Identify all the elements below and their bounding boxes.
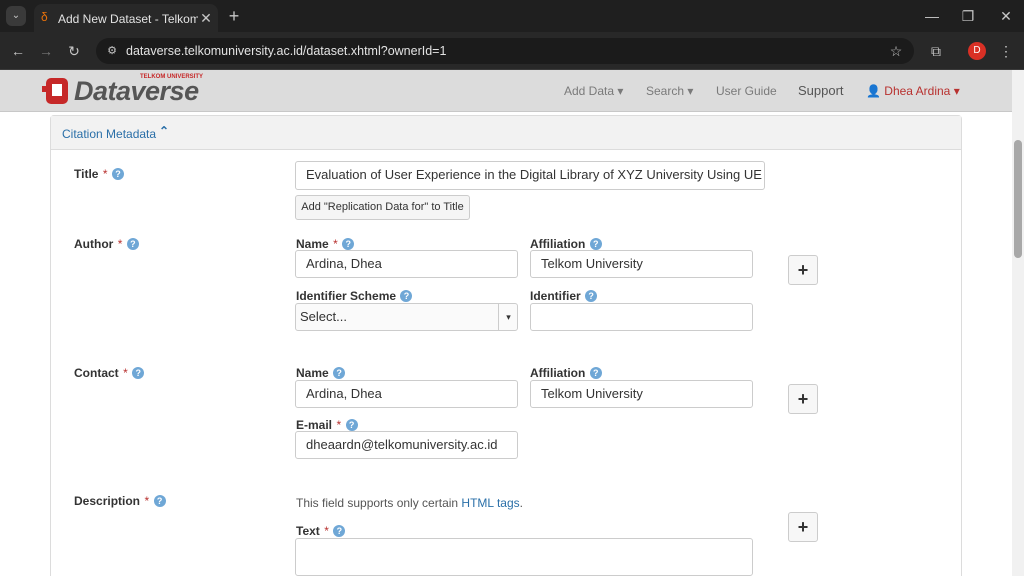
user-icon: 👤	[866, 84, 881, 98]
support-link[interactable]: Support	[798, 83, 844, 98]
help-icon[interactable]: ?	[333, 367, 346, 379]
forward-icon[interactable]: →	[36, 41, 56, 61]
required-marker: *	[123, 366, 128, 380]
contact-affiliation-label: Affiliation	[530, 366, 586, 380]
address-bar[interactable]: ⚙ dataverse.telkomuniversity.ac.id/datas…	[96, 38, 914, 64]
browser-tab[interactable]: δ Add New Dataset - Telkom Univ ✕	[34, 4, 218, 32]
required-marker: *	[144, 494, 150, 508]
site-info-icon[interactable]: ⚙	[102, 41, 122, 61]
panel-header[interactable]: Citation Metadata ⌃	[51, 116, 961, 150]
description-textarea[interactable]	[295, 538, 753, 576]
brand-name[interactable]: Dataverse	[74, 76, 199, 107]
author-label-group: Author * ?	[74, 235, 139, 253]
menu-kebab-icon[interactable]: ⋮	[996, 41, 1016, 61]
required-marker: *	[102, 167, 108, 181]
required-marker: *	[117, 237, 123, 251]
required-marker: *	[336, 418, 342, 432]
close-tab-icon[interactable]: ✕	[196, 8, 216, 28]
contact-label-group: Contact * ?	[74, 364, 145, 382]
email-label: E-mail	[296, 418, 333, 432]
author-label: Author	[74, 237, 114, 251]
reload-icon[interactable]: ↻	[64, 41, 84, 61]
add-data-menu[interactable]: Add Data ▾	[564, 84, 623, 98]
close-window-icon[interactable]: ✕	[996, 6, 1016, 26]
contact-name-label: Name	[296, 366, 329, 380]
title-label-group: Title * ?	[74, 165, 125, 183]
text-label: Text	[296, 524, 320, 538]
section-title: Citation Metadata	[62, 127, 157, 141]
contact-affiliation-input[interactable]: Telkom University	[530, 380, 753, 408]
help-icon[interactable]: ?	[112, 168, 125, 180]
add-description-button[interactable]: +	[788, 512, 818, 542]
help-icon[interactable]: ?	[132, 367, 145, 379]
help-icon[interactable]: ?	[126, 238, 139, 250]
contact-name-input[interactable]: Ardina, Dhea	[295, 380, 518, 408]
bookmark-star-icon[interactable]: ☆	[886, 41, 906, 61]
required-marker: *	[324, 524, 329, 538]
browser-tab-bar: ⌄ δ Add New Dataset - Telkom Univ ✕ + — …	[0, 0, 1024, 32]
author-name-input[interactable]: Ardina, Dhea	[295, 250, 518, 278]
add-author-button[interactable]: +	[788, 255, 818, 285]
help-icon[interactable]: ?	[345, 419, 358, 431]
minimize-icon[interactable]: —	[922, 6, 942, 26]
url-text: dataverse.telkomuniversity.ac.id/dataset…	[126, 44, 447, 58]
description-label: Description	[74, 494, 141, 508]
user-menu[interactable]: 👤 Dhea Ardina ▾	[866, 84, 960, 98]
required-marker: *	[333, 237, 338, 251]
add-contact-button[interactable]: +	[788, 384, 818, 414]
favicon-icon: δ	[41, 10, 48, 24]
profile-avatar[interactable]: D	[968, 42, 986, 60]
site-navbar: TELKOM UNIVERSITY Dataverse Add Data ▾ S…	[0, 70, 1012, 112]
help-icon[interactable]: ?	[400, 290, 413, 302]
help-icon[interactable]: ?	[153, 495, 166, 507]
help-icon[interactable]: ?	[589, 367, 602, 379]
search-menu[interactable]: Search ▾	[646, 84, 693, 98]
identifier-input[interactable]	[530, 303, 753, 331]
dropdown-caret-icon[interactable]: ▾	[498, 304, 517, 330]
user-name: Dhea Ardina	[884, 84, 951, 98]
title-input[interactable]: Evaluation of User Experience in the Dig…	[295, 161, 765, 190]
html-tags-link[interactable]: HTML tags	[461, 496, 519, 510]
caret-down-icon: ▾	[617, 84, 624, 98]
add-replication-button[interactable]: Add "Replication Data for" to Title	[295, 195, 470, 220]
identifier-scheme-select[interactable]: Select... ▾	[295, 303, 518, 331]
hint-suffix: .	[519, 496, 524, 510]
title-label: Title	[74, 167, 99, 181]
search-label: Search	[646, 84, 685, 98]
identifier-scheme-value: Select...	[300, 309, 347, 324]
caret-down-icon: ▾	[953, 84, 960, 98]
help-icon[interactable]: ?	[585, 290, 598, 302]
extensions-icon[interactable]: ⧉	[926, 41, 946, 61]
author-affiliation-label: Affiliation	[530, 237, 586, 251]
tab-title: Add New Dataset - Telkom Univ	[58, 12, 198, 26]
new-tab-icon[interactable]: +	[224, 6, 244, 26]
help-icon[interactable]: ?	[333, 525, 346, 537]
caret-down-icon: ▾	[687, 84, 694, 98]
contact-label: Contact	[74, 366, 119, 380]
add-data-label: Add Data	[564, 84, 615, 98]
help-icon[interactable]: ?	[342, 238, 355, 250]
scrollbar-thumb[interactable]	[1014, 140, 1022, 258]
author-name-label: Name	[296, 237, 329, 251]
hint-text: This field supports only certain	[296, 496, 462, 510]
help-icon[interactable]: ?	[589, 238, 602, 250]
author-affiliation-input[interactable]: Telkom University	[530, 250, 753, 278]
description-hint: This field supports only certain HTML ta…	[296, 496, 523, 510]
back-icon[interactable]: ←	[8, 41, 28, 61]
dataverse-logo-icon[interactable]	[42, 76, 72, 106]
tab-list-icon[interactable]: ⌄	[6, 6, 26, 26]
restore-icon[interactable]: ❐	[958, 6, 978, 26]
identifier-label: Identifier	[530, 289, 581, 303]
identifier-scheme-label: Identifier Scheme	[296, 289, 397, 303]
description-label-group: Description * ?	[74, 492, 166, 510]
user-guide-link[interactable]: User Guide	[716, 84, 777, 98]
chevron-up-icon[interactable]: ⌃	[159, 124, 169, 138]
email-input[interactable]: dheaardn@telkomuniversity.ac.id	[295, 431, 518, 459]
